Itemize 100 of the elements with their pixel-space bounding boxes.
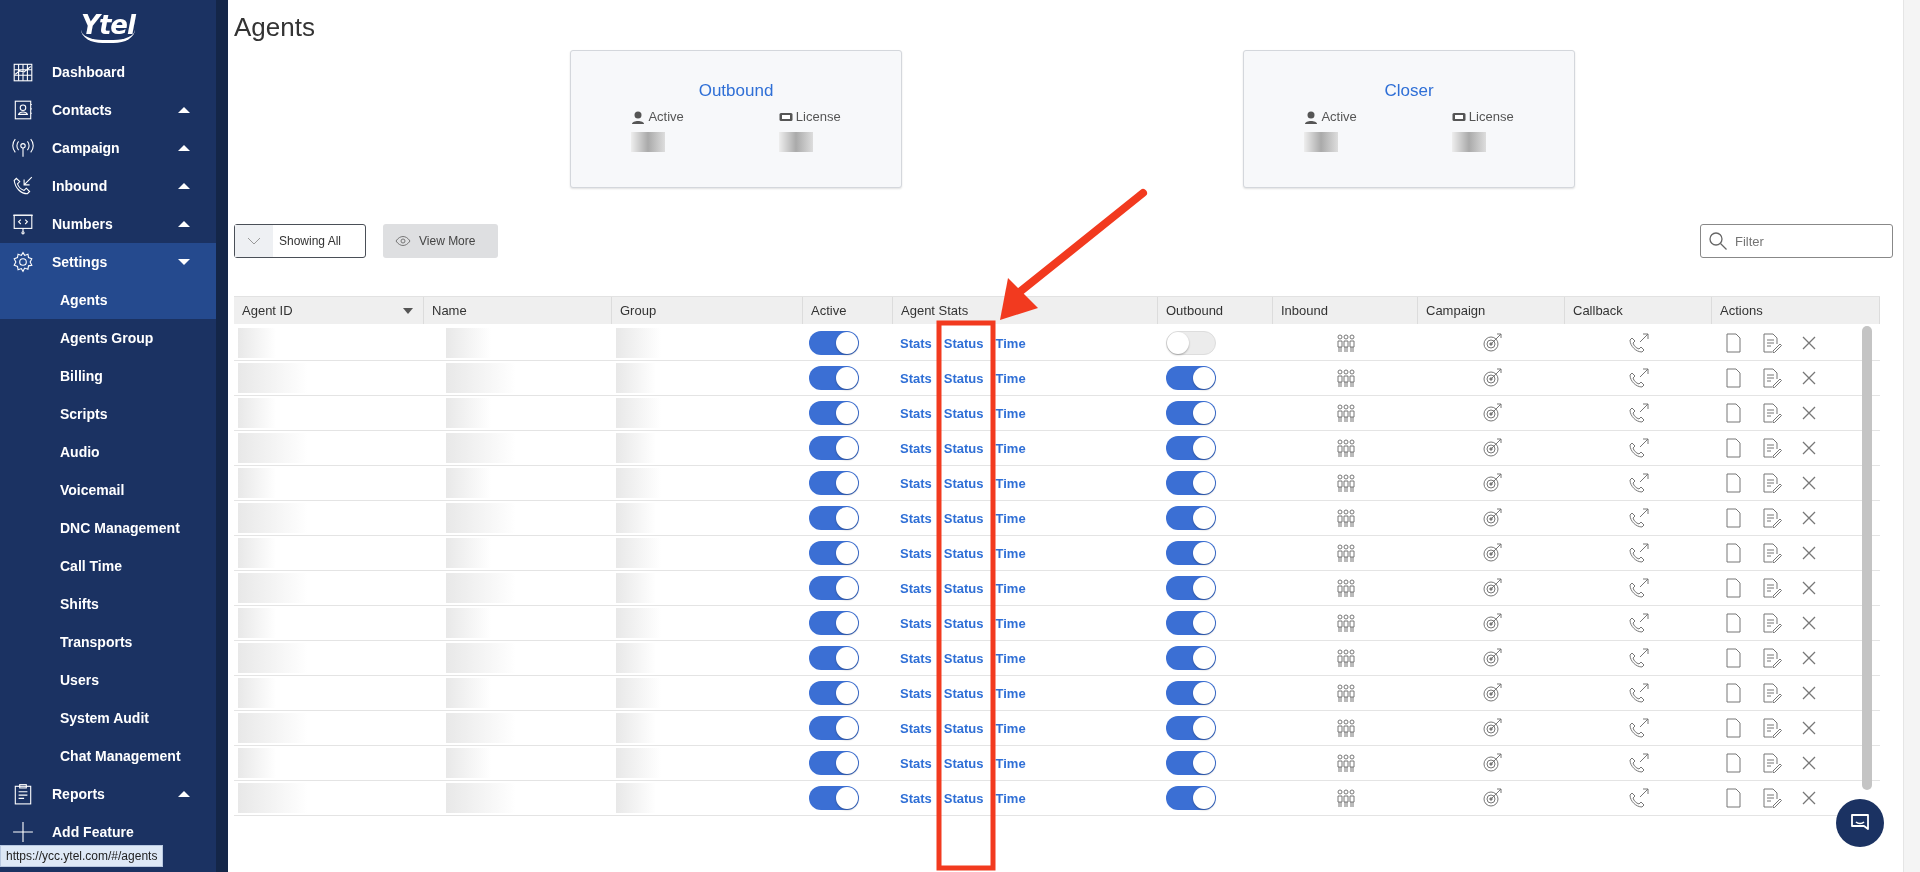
- stats-link[interactable]: Status: [943, 755, 984, 771]
- toggle-switch[interactable]: [1166, 646, 1216, 670]
- stats-link[interactable]: Stats: [900, 510, 932, 526]
- target-icon[interactable]: [1480, 577, 1503, 599]
- toggle-switch[interactable]: [809, 611, 859, 635]
- stats-link[interactable]: Status: [943, 650, 984, 666]
- edit-document-icon[interactable]: [1760, 332, 1782, 354]
- nav-item[interactable]: Contacts: [0, 91, 216, 129]
- target-icon[interactable]: [1480, 682, 1503, 704]
- people-group-icon[interactable]: [1334, 752, 1357, 774]
- toggle-switch[interactable]: [809, 506, 859, 530]
- stats-link[interactable]: Status: [943, 370, 984, 386]
- edit-document-icon[interactable]: [1760, 752, 1782, 774]
- phone-arrow-icon[interactable]: [1627, 332, 1650, 354]
- people-group-icon[interactable]: [1334, 542, 1357, 564]
- target-icon[interactable]: [1480, 437, 1503, 459]
- sort-caret-icon[interactable]: [403, 307, 413, 314]
- target-icon[interactable]: [1480, 402, 1503, 424]
- phone-arrow-icon[interactable]: [1627, 787, 1650, 809]
- stats-link[interactable]: Stats: [900, 685, 932, 701]
- column-header[interactable]: Outbound: [1158, 297, 1273, 324]
- nav-subitem[interactable]: Transports: [0, 623, 216, 661]
- stats-link[interactable]: Stats: [900, 650, 932, 666]
- stats-link[interactable]: Stats: [900, 545, 932, 561]
- phone-arrow-icon[interactable]: [1627, 682, 1650, 704]
- target-icon[interactable]: [1480, 332, 1503, 354]
- toggle-switch[interactable]: [809, 786, 859, 810]
- scrollbar-thumb[interactable]: [1862, 326, 1872, 790]
- nav-subitem[interactable]: Agents Group: [0, 319, 216, 357]
- nav-subitem[interactable]: Scripts: [0, 395, 216, 433]
- toggle-switch[interactable]: [809, 716, 859, 740]
- toggle-switch[interactable]: [1166, 611, 1216, 635]
- stats-link[interactable]: Status: [943, 685, 984, 701]
- nav-item[interactable]: Dashboard: [0, 53, 216, 91]
- edit-document-icon[interactable]: [1760, 507, 1782, 529]
- stats-link[interactable]: Time: [995, 650, 1026, 666]
- column-header[interactable]: Campaign: [1418, 297, 1565, 324]
- people-group-icon[interactable]: [1334, 332, 1357, 354]
- toggle-switch[interactable]: [809, 646, 859, 670]
- edit-document-icon[interactable]: [1760, 402, 1782, 424]
- column-header[interactable]: Group: [612, 297, 803, 324]
- phone-arrow-icon[interactable]: [1627, 367, 1650, 389]
- stats-link[interactable]: Time: [995, 615, 1026, 631]
- toggle-switch[interactable]: [1166, 401, 1216, 425]
- nav-subitem[interactable]: Billing: [0, 357, 216, 395]
- card-title[interactable]: Outbound: [698, 81, 774, 101]
- people-group-icon[interactable]: [1334, 717, 1357, 739]
- toggle-switch[interactable]: [1166, 576, 1216, 600]
- phone-arrow-icon[interactable]: [1627, 472, 1650, 494]
- toggle-switch[interactable]: [1166, 751, 1216, 775]
- edit-document-icon[interactable]: [1760, 682, 1782, 704]
- toggle-switch[interactable]: [809, 681, 859, 705]
- stats-link[interactable]: Stats: [900, 405, 932, 421]
- toggle-switch[interactable]: [1166, 471, 1216, 495]
- column-header[interactable]: Name: [424, 297, 612, 324]
- target-icon[interactable]: [1480, 787, 1503, 809]
- people-group-icon[interactable]: [1334, 507, 1357, 529]
- stats-link[interactable]: Status: [943, 615, 984, 631]
- toggle-switch[interactable]: [809, 576, 859, 600]
- toggle-switch[interactable]: [1166, 541, 1216, 565]
- target-icon[interactable]: [1480, 472, 1503, 494]
- target-icon[interactable]: [1480, 367, 1503, 389]
- card-title[interactable]: Closer: [1384, 81, 1434, 101]
- people-group-icon[interactable]: [1334, 402, 1357, 424]
- phone-arrow-icon[interactable]: [1627, 437, 1650, 459]
- phone-arrow-icon[interactable]: [1627, 507, 1650, 529]
- column-header[interactable]: Inbound: [1273, 297, 1418, 324]
- target-icon[interactable]: [1480, 612, 1503, 634]
- page-scrollbar[interactable]: [1903, 0, 1920, 872]
- stats-link[interactable]: Status: [943, 405, 984, 421]
- target-icon[interactable]: [1480, 542, 1503, 564]
- people-group-icon[interactable]: [1334, 612, 1357, 634]
- toggle-switch[interactable]: [1166, 331, 1216, 355]
- phone-arrow-icon[interactable]: [1627, 717, 1650, 739]
- view-more-button[interactable]: View More: [383, 224, 498, 258]
- stats-link[interactable]: Status: [943, 720, 984, 736]
- people-group-icon[interactable]: [1334, 647, 1357, 669]
- people-group-icon[interactable]: [1334, 577, 1357, 599]
- stats-link[interactable]: Stats: [900, 580, 932, 596]
- phone-arrow-icon[interactable]: [1627, 612, 1650, 634]
- filter-dropdown[interactable]: Showing All: [234, 224, 366, 258]
- stats-link[interactable]: Time: [995, 475, 1026, 491]
- column-header[interactable]: Callback: [1565, 297, 1712, 324]
- column-header[interactable]: Actions: [1712, 297, 1880, 324]
- stats-link[interactable]: Time: [995, 405, 1026, 421]
- nav-subitem[interactable]: Audio: [0, 433, 216, 471]
- stats-link[interactable]: Status: [943, 790, 984, 806]
- nav-subitem[interactable]: Call Time: [0, 547, 216, 585]
- phone-arrow-icon[interactable]: [1627, 577, 1650, 599]
- toggle-switch[interactable]: [809, 366, 859, 390]
- people-group-icon[interactable]: [1334, 787, 1357, 809]
- phone-arrow-icon[interactable]: [1627, 647, 1650, 669]
- chat-button[interactable]: [1836, 799, 1884, 847]
- nav-item[interactable]: Settings: [0, 243, 216, 281]
- nav-subitem[interactable]: DNC Management: [0, 509, 216, 547]
- edit-document-icon[interactable]: [1760, 542, 1782, 564]
- column-header[interactable]: Active: [803, 297, 893, 324]
- stats-link[interactable]: Stats: [900, 440, 932, 456]
- stats-link[interactable]: Status: [943, 440, 984, 456]
- stats-link[interactable]: Stats: [900, 615, 932, 631]
